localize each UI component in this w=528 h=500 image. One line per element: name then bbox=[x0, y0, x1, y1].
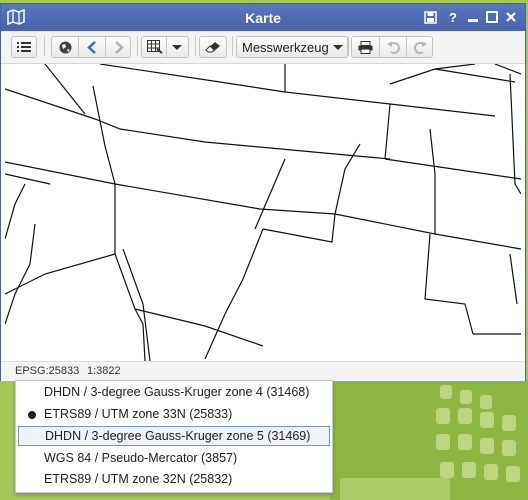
help-icon[interactable]: ? bbox=[445, 9, 461, 25]
chevron-right-icon bbox=[114, 40, 124, 54]
epsg-code[interactable]: EPSG:25833 bbox=[15, 365, 79, 377]
map-toolbar: Messwerkzeug bbox=[1, 31, 525, 64]
close-icon[interactable] bbox=[503, 9, 519, 25]
crs-option[interactable]: ETRS89 / UTM zone 32N (25832) bbox=[18, 470, 330, 490]
minimize-icon[interactable] bbox=[465, 9, 481, 25]
layer-list-button[interactable] bbox=[11, 36, 37, 58]
caret-down-icon bbox=[172, 45, 182, 50]
save-icon[interactable] bbox=[422, 9, 438, 25]
map-canvas[interactable] bbox=[5, 64, 521, 361]
measure-tool-dropdown[interactable]: Messwerkzeug bbox=[236, 36, 348, 58]
back-button[interactable] bbox=[79, 37, 105, 57]
crs-option[interactable]: WGS 84 / Pseudo-Mercator (3857) bbox=[18, 449, 330, 469]
caret-down-icon bbox=[333, 45, 343, 50]
crs-option-hover[interactable]: DHDN / 3-degree Gauss-Kruger zone 5 (314… bbox=[18, 426, 330, 446]
crs-option[interactable]: DHDN / 3-degree Gauss-Kruger zone 4 (314… bbox=[18, 383, 330, 403]
undo-button[interactable] bbox=[380, 37, 406, 57]
selected-bullet-icon bbox=[28, 411, 36, 419]
table-tool-button[interactable] bbox=[141, 36, 189, 58]
globe-button[interactable] bbox=[52, 37, 78, 57]
printer-icon bbox=[358, 40, 372, 54]
list-icon bbox=[17, 42, 31, 52]
eraser-icon bbox=[205, 42, 220, 53]
chevron-left-icon bbox=[87, 40, 96, 54]
print-button[interactable] bbox=[352, 37, 378, 57]
map-window: Karte ? Messwerkzeug EPSG:25833 1:3822 bbox=[0, 3, 526, 381]
print-undo-group bbox=[351, 36, 433, 58]
map-scale: 1:3822 bbox=[87, 365, 121, 377]
table-icon bbox=[147, 40, 163, 54]
crs-dropdown: DHDN / 3-degree Gauss-Kruger zone 4 (314… bbox=[15, 380, 333, 493]
window-titlebar[interactable]: Karte ? bbox=[1, 4, 525, 31]
redo-button[interactable] bbox=[407, 37, 433, 57]
crs-option-selected[interactable]: ETRS89 / UTM zone 33N (25833) bbox=[18, 405, 330, 425]
globe-icon bbox=[59, 41, 71, 53]
undo-icon bbox=[386, 41, 400, 54]
eraser-button[interactable] bbox=[199, 36, 227, 58]
status-bar: EPSG:25833 1:3822 bbox=[1, 361, 525, 381]
parcel-map bbox=[5, 64, 521, 361]
redo-icon bbox=[413, 41, 427, 54]
maximize-icon[interactable] bbox=[484, 9, 500, 25]
forward-button[interactable] bbox=[106, 37, 131, 57]
navigation-group bbox=[51, 36, 131, 58]
measure-tool-label: Messwerkzeug bbox=[242, 40, 329, 55]
